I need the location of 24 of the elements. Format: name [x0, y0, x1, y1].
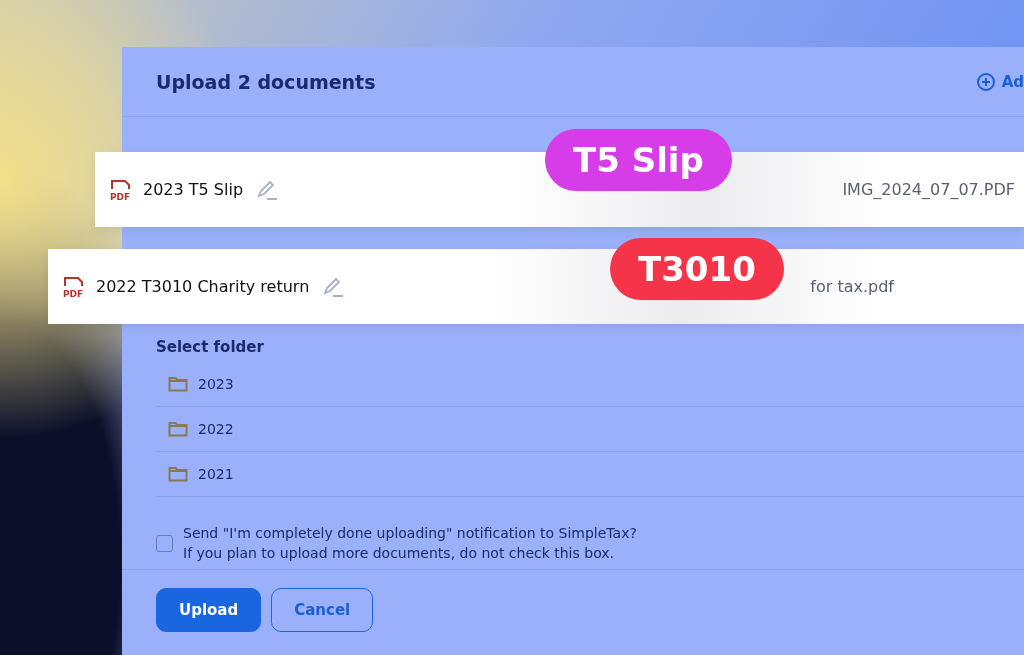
folder-icon — [168, 376, 188, 392]
folder-name[interactable]: 2021 — [198, 466, 234, 482]
checkbox[interactable] — [156, 534, 173, 552]
file-name: IMG_2024_07_07.PDF — [842, 180, 1016, 199]
plus-circle-icon — [975, 71, 996, 92]
dialog-title: Upload 2 documents — [156, 70, 376, 93]
folder-icon — [168, 466, 188, 482]
folder-item[interactable]: 2021 — [156, 452, 1024, 497]
document-name: 2022 T3010 Charity return — [96, 277, 310, 296]
document-name: 2023 T5 Slip — [143, 180, 244, 199]
folder-icon — [168, 421, 188, 437]
folder-item[interactable]: 2023 — [156, 362, 1024, 407]
hint-text: If you plan to upload more documents, do not check this box. — [183, 545, 615, 561]
pencil-icon[interactable] — [321, 275, 346, 298]
folder-name[interactable]: 2022 — [198, 421, 234, 437]
notification-text: Send "I'm completely done uploading" notification to SimpleTax? — [183, 525, 637, 541]
document-type-tag: T5 Slip — [545, 129, 732, 191]
folder-item[interactable]: 2022 — [156, 407, 1024, 452]
select-folder-label: Select folder — [156, 338, 265, 356]
folder-name[interactable]: 2023 — [198, 376, 234, 392]
upload-button[interactable]: Upload — [156, 588, 262, 632]
document-type-tag: T3010 — [610, 238, 784, 300]
file-name: for tax.pdf — [810, 277, 896, 296]
pencil-icon[interactable] — [255, 178, 280, 201]
